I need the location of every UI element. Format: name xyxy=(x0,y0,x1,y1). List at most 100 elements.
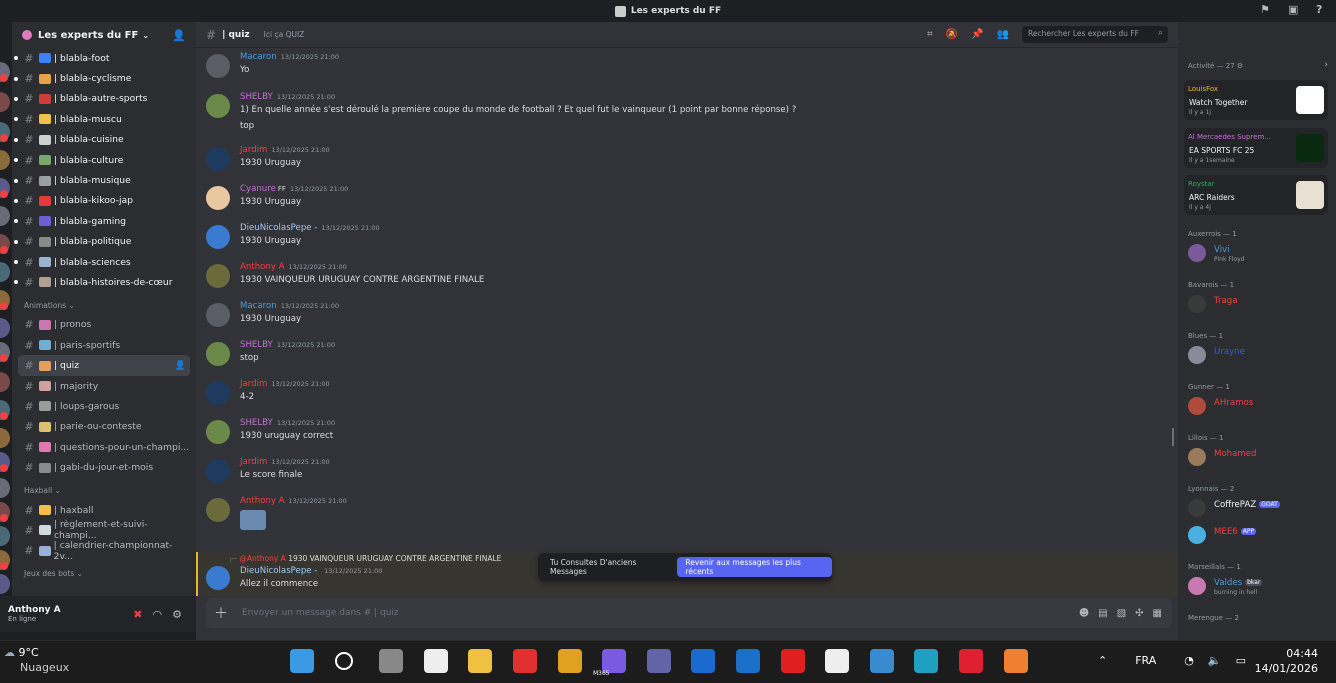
search-icon[interactable] xyxy=(334,652,353,670)
channel-item[interactable]: # | calendrier-championnat-2v... xyxy=(18,540,190,562)
windows-start-icon[interactable] xyxy=(290,649,314,673)
avatar[interactable] xyxy=(206,147,230,171)
message-author[interactable]: Anthony A xyxy=(240,262,285,272)
channel-item[interactable]: # | blabla-cyclisme xyxy=(14,68,190,88)
server-icon[interactable] xyxy=(0,318,10,338)
channel-item[interactable]: # | gabi-du-jour-et-mois xyxy=(18,457,190,477)
server-icon[interactable] xyxy=(0,206,10,226)
gif-icon[interactable]: ▤ xyxy=(1098,608,1107,619)
channel-item[interactable]: # | blabla-musique xyxy=(14,170,190,190)
member-item[interactable]: Mohamed xyxy=(1188,446,1334,470)
activity-card[interactable]: Roystar ARC Raiders Il y a 4j xyxy=(1184,175,1328,215)
store-icon[interactable] xyxy=(869,649,894,673)
channel-item[interactable]: # | pronos xyxy=(18,315,190,335)
jump-to-present-button[interactable]: Revenir aux messages les plus récents xyxy=(677,557,832,577)
guild-header[interactable]: Les experts du FF ⌄ 👤 xyxy=(12,22,196,48)
inbox-icon[interactable]: ▣ xyxy=(1288,4,1300,16)
chrome-icon[interactable] xyxy=(557,649,582,673)
firefox-icon[interactable] xyxy=(1003,649,1028,673)
member-list-icon[interactable]: 👥 xyxy=(997,29,1009,40)
channel-item[interactable]: # | questions-pour-un-champi... xyxy=(18,437,190,457)
teams-icon[interactable] xyxy=(646,649,671,673)
invite-icon[interactable]: 👤 xyxy=(172,29,186,42)
server-icon[interactable] xyxy=(0,92,10,112)
member-item[interactable]: AHramos xyxy=(1188,395,1334,419)
message-author[interactable]: SHELBY xyxy=(240,92,273,102)
activity-card[interactable]: LouisFox Watch Together Il y a 1j xyxy=(1184,80,1328,120)
language-indicator[interactable]: FRA xyxy=(1135,654,1156,667)
record-icon[interactable] xyxy=(513,649,537,673)
file-explorer-icon[interactable] xyxy=(468,649,493,673)
avatar[interactable] xyxy=(206,186,230,210)
channel-item[interactable]: # | blabla-histoires-de-cœur xyxy=(14,272,190,292)
channel-item[interactable]: # | majority xyxy=(18,376,190,396)
server-icon[interactable] xyxy=(0,478,10,498)
avatar[interactable] xyxy=(206,420,230,444)
member-item[interactable]: Urayne xyxy=(1188,344,1334,368)
message-author[interactable]: Jardim xyxy=(240,379,267,389)
member-item[interactable]: Traga xyxy=(1188,293,1334,317)
user-panel[interactable]: Anthony A En ligne ✖ ◠ ⚙ xyxy=(0,596,196,632)
headphones-icon[interactable]: ◠ xyxy=(153,608,163,621)
threads-icon[interactable]: ⌗ xyxy=(927,29,933,40)
chevron-right-icon[interactable]: › xyxy=(1324,60,1328,70)
channel-item[interactable]: # | paris-sportifs xyxy=(18,335,190,355)
sticker-icon[interactable]: ▧ xyxy=(1117,608,1126,619)
member-item[interactable]: MEE6 APP xyxy=(1188,524,1334,548)
message-author[interactable]: Macaron xyxy=(240,301,277,311)
channel-item[interactable]: # | blabla-politique xyxy=(14,232,190,252)
server-icon[interactable] xyxy=(0,526,10,546)
invite-icon[interactable]: 👤 xyxy=(175,361,186,371)
message-author[interactable]: DieuNicolasPepe - xyxy=(240,223,317,233)
message-composer[interactable]: ＋ Envoyer un message dans # | quiz ☻ ▤ ▧… xyxy=(206,598,1172,628)
activity-card[interactable]: Al Mercaedes Suprem... EA SPORTS FC 25 Il … xyxy=(1184,128,1328,168)
avatar[interactable] xyxy=(206,303,230,327)
avatar[interactable] xyxy=(206,54,230,78)
channel-item[interactable]: # | blabla-sciences xyxy=(14,252,190,272)
pin-icon[interactable]: 📌 xyxy=(971,29,983,40)
notification-bell-icon[interactable]: 🔕 xyxy=(946,29,958,40)
wifi-icon[interactable]: ◔ xyxy=(1184,654,1194,667)
channel-item[interactable]: # | quiz 👤 xyxy=(18,355,190,376)
scrollbar[interactable] xyxy=(1172,428,1174,446)
channel-item[interactable]: # | blabla-autre-sports xyxy=(14,89,190,109)
member-item[interactable]: Valdes bkar burning in hell xyxy=(1188,575,1334,599)
channel-item[interactable]: # | loups-garous xyxy=(18,396,190,416)
channel-item[interactable]: # | blabla-foot xyxy=(14,48,190,68)
weather-widget[interactable]: ☁ 9°C Nuageux xyxy=(4,646,69,674)
chevron-up-icon[interactable]: ⌃ xyxy=(1098,654,1107,667)
add-attachment-icon[interactable]: ＋ xyxy=(214,603,228,623)
apps-icon[interactable]: ✣ xyxy=(1135,608,1143,619)
avatar[interactable] xyxy=(206,94,230,118)
flag-icon[interactable]: ⚑ xyxy=(1260,4,1272,16)
reply-reference[interactable]: ╭─ @Anthony A 1930 VAINQUEUR URUGUAY CON… xyxy=(228,554,501,563)
message-author[interactable]: SHELBY xyxy=(240,340,273,350)
notepad-icon[interactable] xyxy=(825,649,850,673)
task-view-icon[interactable] xyxy=(379,649,404,673)
gift-icon[interactable]: ☻ xyxy=(1079,608,1089,619)
avatar[interactable] xyxy=(206,498,230,522)
battery-icon[interactable]: ▭ xyxy=(1236,654,1246,667)
clock[interactable]: 04:44 14/01/2026 xyxy=(1255,646,1318,676)
mute-icon[interactable]: ✖ xyxy=(133,608,142,621)
channel-item[interactable]: # | blabla-culture xyxy=(14,150,190,170)
server-icon[interactable] xyxy=(0,372,10,392)
tlc-icon[interactable] xyxy=(780,649,805,673)
help-icon[interactable]: ? xyxy=(1316,4,1328,16)
server-icon[interactable] xyxy=(0,262,10,282)
message-author[interactable]: DieuNicolasPepe - xyxy=(240,566,317,576)
channel-item[interactable]: # | blabla-kikoo-jap xyxy=(14,191,190,211)
server-icon[interactable] xyxy=(0,428,10,448)
channel-item[interactable]: # | blabla-cuisine xyxy=(14,130,190,150)
message-author[interactable]: Anthony A xyxy=(240,496,285,506)
edge-icon[interactable] xyxy=(914,649,939,673)
message-author[interactable]: SHELBY xyxy=(240,418,273,428)
category-animations[interactable]: Animations ⌄ xyxy=(12,297,196,315)
volume-icon[interactable]: 🔈 xyxy=(1208,654,1222,667)
message-author[interactable]: Jardim xyxy=(240,145,267,155)
member-item[interactable]: Vivi Pink Floyd xyxy=(1188,242,1334,266)
search-input[interactable]: Rechercher Les experts du FF ⌕ xyxy=(1022,26,1168,43)
message-author[interactable]: Jardim xyxy=(240,457,267,467)
avatar[interactable] xyxy=(206,459,230,483)
avatar[interactable] xyxy=(206,264,230,288)
